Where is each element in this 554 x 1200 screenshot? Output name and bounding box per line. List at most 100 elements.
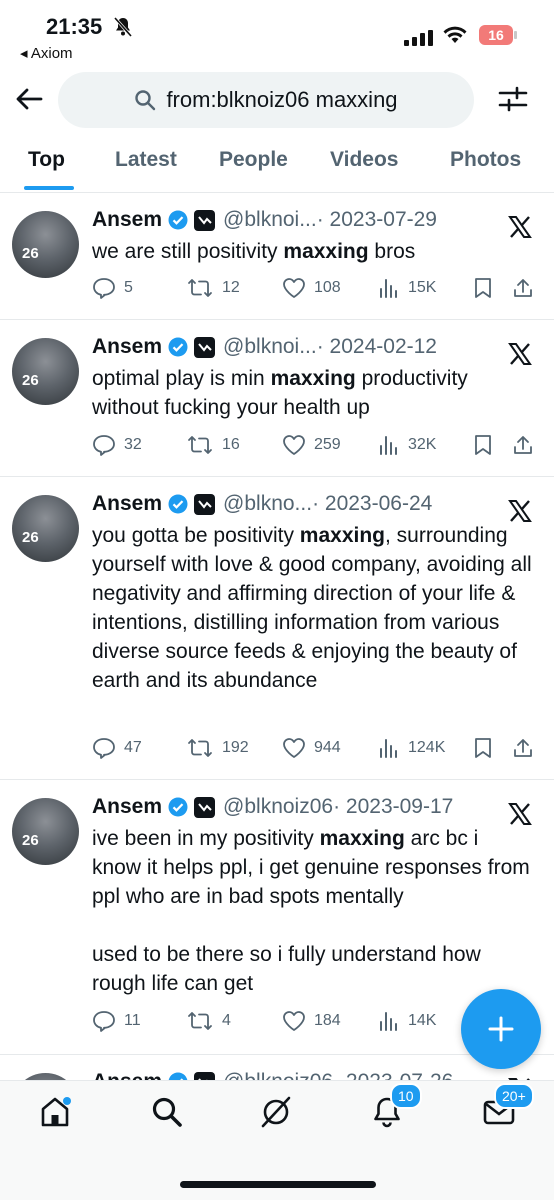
tweet-header: Ansem @blknoi... · 2023-07-29	[92, 205, 532, 235]
heart-icon	[283, 1011, 305, 1031]
views-button[interactable]: 14K	[378, 1010, 474, 1032]
clock: 21:35	[46, 14, 103, 39]
retweet-button[interactable]: 4	[186, 1010, 282, 1032]
bookmark-button[interactable]	[474, 434, 512, 456]
share-button[interactable]	[512, 277, 534, 299]
tweet-text-paragraph: used to be there so i fully understand h…	[92, 943, 481, 995]
author-name[interactable]: Ansem	[92, 335, 162, 359]
tweet-text: you gotta be positivity maxxing, surroun…	[92, 524, 532, 692]
affiliate-badge-icon	[194, 336, 216, 358]
avatar[interactable]	[12, 798, 79, 865]
grok-icon[interactable]	[259, 1095, 293, 1129]
author-name[interactable]: Ansem	[92, 208, 162, 232]
author-name[interactable]: Ansem	[92, 492, 162, 516]
retweet-button[interactable]: 16	[186, 434, 282, 456]
verified-badge-icon	[168, 337, 188, 357]
like-button[interactable]: 944	[282, 737, 378, 759]
retweet-button[interactable]: 12	[186, 277, 282, 299]
search-tab-icon[interactable]	[150, 1095, 184, 1129]
search-tabs: Top Latest People Videos Photos	[0, 138, 554, 193]
retweet-icon	[188, 279, 212, 297]
home-icon[interactable]	[38, 1095, 72, 1129]
views-button[interactable]: 124K	[378, 737, 474, 759]
like-button[interactable]: 259	[282, 434, 378, 456]
tweet-header: Ansem @blkno... · 2023-06-24	[92, 489, 532, 519]
retweet-icon	[188, 436, 212, 454]
bookmark-icon	[475, 435, 491, 455]
tab-people[interactable]: People	[219, 148, 288, 172]
avatar[interactable]	[12, 338, 79, 405]
messages-tab[interactable]: 20+	[482, 1083, 534, 1134]
share-button[interactable]	[512, 737, 534, 759]
notifications-tab[interactable]: 10	[370, 1083, 422, 1134]
messages-badge: 20+	[494, 1083, 534, 1109]
avatar[interactable]	[12, 495, 79, 562]
affiliate-badge-icon	[194, 209, 216, 231]
notifications-badge: 10	[390, 1083, 422, 1109]
heart-icon	[283, 278, 305, 298]
tweet[interactable]: Ansem @blknoi... · 2023-07-29 we are sti…	[0, 193, 554, 320]
tab-latest[interactable]: Latest	[115, 148, 177, 172]
tweet[interactable]: Ansem @blkno... · 2023-06-24 you gotta b…	[0, 477, 554, 780]
search-settings-icon[interactable]	[498, 84, 528, 114]
verified-badge-icon	[168, 797, 188, 817]
affiliate-badge-icon	[194, 493, 216, 515]
battery-indicator: 16	[479, 25, 517, 45]
compose-button[interactable]	[461, 989, 541, 1069]
cellular-signal-icon	[404, 30, 433, 46]
author-handle[interactable]: @blknoiz06	[223, 795, 333, 819]
like-button[interactable]: 184	[282, 1010, 378, 1032]
tweet-body: Ansem @blknoi... · 2024-02-12 optimal pl…	[92, 332, 532, 422]
tweet[interactable]: Ansem @blknoiz06 · 2023-07-26	[0, 1055, 554, 1080]
verified-badge-icon	[168, 210, 188, 230]
author-handle[interactable]: @blkno...	[223, 492, 312, 516]
share-icon	[514, 436, 532, 454]
tweet-body: Ansem @blknoi... · 2023-07-29 we are sti…	[92, 205, 532, 266]
avatar[interactable]	[12, 211, 79, 278]
back-to-app-link[interactable]: ◂ Axiom	[20, 44, 73, 62]
views-icon	[380, 739, 397, 758]
tab-videos[interactable]: Videos	[330, 148, 398, 172]
tweet-date: · 2024-02-12	[316, 335, 437, 358]
views-button[interactable]: 32K	[378, 434, 474, 456]
tweet-text: we are still positivity maxxing bros	[92, 240, 416, 263]
verified-badge-icon	[168, 494, 188, 514]
home-indicator[interactable]	[180, 1181, 376, 1188]
back-arrow-icon[interactable]	[14, 84, 44, 114]
heart-icon	[283, 738, 305, 758]
bookmark-icon	[475, 278, 491, 298]
tweet-body: Ansem @blknoiz06 · 2023-07-26	[92, 1067, 532, 1080]
search-input[interactable]: from:blknoiz06 maxxing	[58, 72, 474, 128]
reply-button[interactable]: 11	[92, 1010, 186, 1032]
search-icon	[135, 90, 156, 111]
tweet-date: · 2023-07-29	[316, 208, 437, 231]
retweet-button[interactable]: 192	[186, 737, 282, 759]
views-icon	[380, 279, 397, 298]
reply-button[interactable]: 47	[92, 737, 186, 759]
like-button[interactable]: 108	[282, 277, 378, 299]
status-bar: 21:35 ◂ Axiom 16	[0, 0, 554, 66]
reply-icon	[93, 1011, 115, 1032]
reply-button[interactable]: 5	[92, 277, 186, 299]
tweet-header: Ansem @blknoiz06 · 2023-07-26	[92, 1067, 532, 1080]
author-name[interactable]: Ansem	[92, 1070, 162, 1080]
reply-button[interactable]: 32	[92, 434, 186, 456]
bookmark-button[interactable]	[474, 737, 512, 759]
author-handle[interactable]: @blknoi...	[223, 208, 317, 232]
heart-icon	[283, 435, 305, 455]
tweet-feed[interactable]: Ansem @blknoi... · 2023-07-29 we are sti…	[0, 193, 554, 1080]
bookmark-button[interactable]	[474, 277, 512, 299]
views-button[interactable]: 15K	[378, 277, 474, 299]
author-handle[interactable]: @blknoiz06	[223, 1070, 333, 1080]
tab-photos[interactable]: Photos	[450, 148, 521, 172]
author-handle[interactable]: @blknoi...	[223, 335, 317, 359]
author-name[interactable]: Ansem	[92, 795, 162, 819]
search-query: from:blknoiz06 maxxing	[166, 87, 398, 112]
avatar[interactable]	[12, 1073, 79, 1080]
tweet[interactable]: Ansem @blknoi... · 2024-02-12 optimal pl…	[0, 320, 554, 477]
views-icon	[380, 1012, 397, 1031]
tweet-date: · 2023-09-17	[333, 795, 454, 818]
tab-top[interactable]: Top	[28, 148, 65, 172]
reply-icon	[93, 278, 115, 299]
share-button[interactable]	[512, 434, 534, 456]
